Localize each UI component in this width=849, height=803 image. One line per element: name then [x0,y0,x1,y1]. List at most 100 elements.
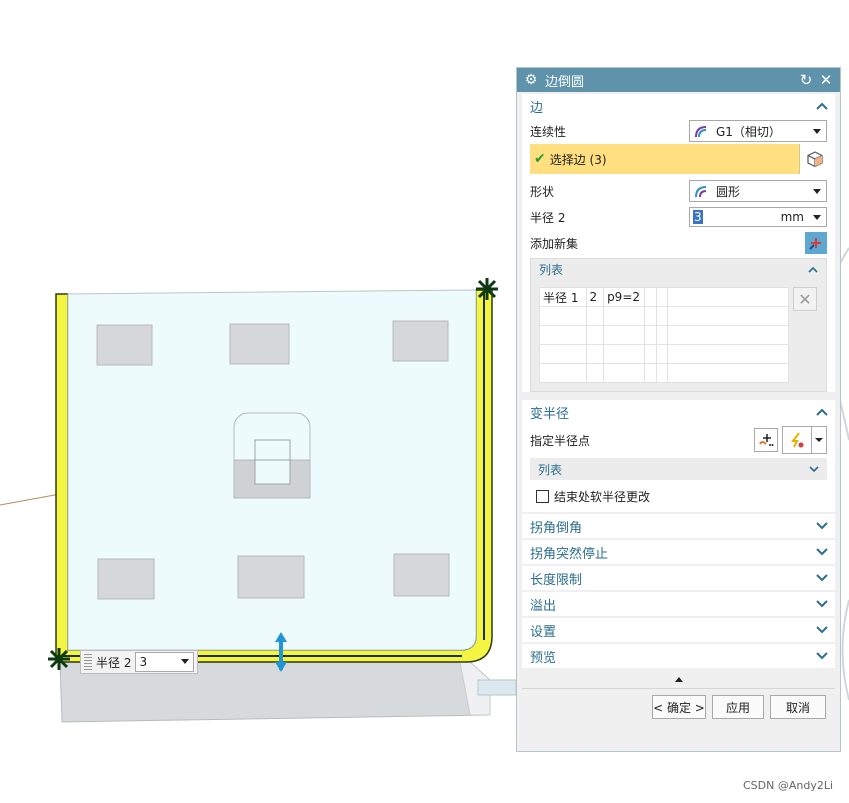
table-cell [603,325,646,345]
edge-blend-dialog: ⚙ 边倒圆 ↻ ✕ 边 连续性 G1（相切） ✔ 选择边 (3) 形状 圆形 半… [516,67,841,752]
select-edge-row[interactable]: ✔ 选择边 (3) [530,144,830,174]
table-cell [644,287,657,307]
dialog-title: 边倒圆 [545,74,585,90]
collapsed-section: 拐角突然停止 [522,540,835,564]
dialog-titlebar[interactable]: ⚙ 边倒圆 ↻ ✕ [517,68,840,92]
collapsed-section: 长度限制 [522,566,835,590]
chevron-down-icon[interactable] [813,189,821,194]
table-cell [667,287,789,307]
collapsed-section-title: 拐角突然停止 [530,546,609,562]
edge-section: 边 连续性 G1（相切） ✔ 选择边 (3) 形状 圆形 半径 2 3 mm 添… [522,94,835,392]
reset-icon[interactable]: ↻ [798,71,814,89]
chevron-down-icon[interactable] [815,571,829,585]
chevron-up-icon[interactable] [815,99,829,113]
apply-button[interactable]: 应用 [712,695,764,719]
soft-radius-checkbox-row[interactable]: 结束处软半径更改 [522,484,835,508]
radius-tag-label: 半径 2 [96,655,132,670]
radius-tag-value[interactable]: 3 [135,652,194,672]
add-radius-point-icon[interactable] [754,428,778,452]
triangle-up-icon[interactable] [674,676,684,682]
table-cell [667,325,789,345]
table-cell [655,306,669,326]
soft-radius-checkbox[interactable] [536,489,549,503]
list-group: 列表 半径 1 2 p9=2 ✕ [530,258,827,392]
edge-section-title: 边 [530,100,544,116]
edge-end-marker-top [476,278,498,300]
point-snap-icon[interactable] [782,426,812,454]
table-row[interactable] [539,306,789,326]
table-cell [667,363,789,383]
chevron-down-icon[interactable] [815,623,829,637]
chevron-down-icon[interactable] [815,597,829,611]
chevron-down-icon[interactable] [813,129,821,134]
table-cell [655,363,669,383]
radius-set-list[interactable]: 半径 1 2 p9=2 [539,287,789,383]
shape-dropdown[interactable]: 圆形 [689,180,827,202]
close-icon[interactable]: ✕ [818,71,834,89]
collapsed-section-title: 拐角倒角 [530,520,583,536]
table-cell [585,344,605,364]
variable-radius-header[interactable]: 变半径 [522,400,835,424]
list-group-header[interactable]: 列表 [531,259,826,279]
table-cell [603,363,646,383]
table-cell [539,363,587,383]
table-cell [655,287,669,307]
specify-point-label: 指定半径点 [530,433,591,448]
chevron-down-icon[interactable] [813,215,821,220]
ok-button[interactable]: < 确定 > [652,695,706,719]
shape-label: 形状 [530,184,555,199]
edge-end-marker-bottom [48,648,70,670]
cancel-button[interactable]: 取消 [770,695,826,719]
shape-row: 形状 圆形 [522,178,835,204]
collapsed-section-header[interactable]: 预览 [522,644,835,668]
drag-grip-icon[interactable] [84,654,92,670]
table-cell [603,344,646,364]
table-cell: 半径 1 [539,287,587,307]
point-type-split-button[interactable] [782,426,827,454]
circular-shape-icon [695,186,707,198]
checkmark-icon: ✔ [534,151,546,167]
collapsed-section-title: 长度限制 [530,572,583,588]
delete-icon[interactable]: ✕ [793,287,817,311]
gear-icon: ⚙ [524,72,538,88]
collapsed-section-header[interactable]: 拐角突然停止 [522,540,835,564]
table-cell: p9=2 [603,287,646,307]
table-cell [539,306,587,326]
variable-radius-list[interactable]: 列表 [530,458,827,480]
more-options-toggle[interactable] [517,672,840,686]
select-edge-label: 选择边 (3) [549,152,607,167]
collapsed-section-title: 设置 [530,624,557,640]
chevron-down-icon[interactable] [815,649,829,663]
chevron-down-icon[interactable] [181,659,189,664]
radius-tag-value-text: 3 [139,655,148,669]
table-row[interactable] [539,363,789,383]
radius-value[interactable]: 3 [693,210,703,224]
collapsed-section-header[interactable]: 拐角倒角 [522,514,835,538]
chevron-up-icon[interactable] [815,405,829,419]
add-set-icon[interactable] [805,232,827,254]
radius-onscreen-input[interactable]: 半径 2 3 [80,650,198,674]
table-row[interactable]: 半径 1 2 p9=2 [539,287,789,307]
dialog-footer: < 确定 > 应用 取消 [517,689,840,719]
variable-radius-section: 变半径 指定半径点 列表 结束处软半径更改 [522,400,835,512]
continuity-dropdown[interactable]: G1（相切） [689,120,827,142]
cube-icon[interactable] [799,144,830,174]
chevron-up-icon[interactable] [806,262,820,276]
collapsed-section-header[interactable]: 长度限制 [522,566,835,590]
edge-section-header[interactable]: 边 [522,94,835,118]
chevron-down-icon[interactable] [815,519,829,533]
continuity-label: 连续性 [530,124,567,139]
table-row[interactable] [539,325,789,345]
table-cell [655,344,669,364]
radius-input[interactable]: 3 mm [689,207,827,227]
collapsed-section-header[interactable]: 溢出 [522,592,835,616]
table-row[interactable] [539,344,789,364]
chevron-down-icon[interactable] [812,426,827,454]
table-cell [667,344,789,364]
collapsed-section-header[interactable]: 设置 [522,618,835,642]
chevron-down-icon[interactable] [815,545,829,559]
radius-unit: mm [780,210,804,224]
chevron-down-icon[interactable] [807,462,821,476]
radius-label: 半径 2 [530,210,566,225]
table-cell [655,325,669,345]
